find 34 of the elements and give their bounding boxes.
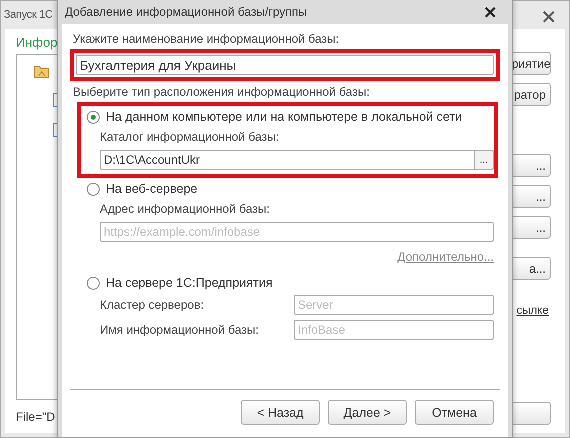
side-button[interactable]: а...	[511, 257, 551, 280]
window-title: Запуск 1С	[4, 9, 53, 21]
option-label[interactable]: На веб-сервере	[106, 182, 198, 196]
section-label: Выберите тип расположения информационной базы:	[73, 85, 371, 99]
dialog-button[interactable]: Отмена	[415, 400, 494, 425]
close-icon[interactable]	[543, 11, 555, 23]
input-field[interactable]: D:\1C\AccountUkr ...	[100, 150, 494, 170]
close-icon[interactable]	[485, 6, 496, 18]
option-label[interactable]: На данном компьютере или на компьютере в локальной сети	[106, 110, 462, 124]
field-label: Адрес информационной базы:	[100, 202, 271, 216]
link[interactable]: сылке	[516, 305, 549, 317]
radio-button[interactable]	[87, 182, 100, 196]
field-label: Имя информационной базы:	[100, 323, 259, 337]
folder-icon	[34, 65, 50, 79]
field-label: Укажите наименование информационной базы:	[73, 32, 340, 46]
browse-button[interactable]: ...	[474, 150, 494, 170]
dialog-title: Добавление информационной базы/группы	[65, 5, 308, 19]
dialog-button[interactable]: Далее >	[328, 400, 407, 425]
name-field[interactable]: Бухгалтерия для Украины	[76, 55, 494, 75]
field-label: Каталог информационной базы:	[100, 130, 280, 144]
side-button[interactable]: риятие	[511, 52, 551, 75]
connection-string: File="D	[16, 410, 56, 424]
more-link[interactable]: Дополнительно...	[398, 250, 494, 264]
radio-button[interactable]	[87, 110, 100, 124]
side-button[interactable]: ...	[511, 154, 551, 177]
radio-button[interactable]	[87, 276, 100, 290]
dialog-button[interactable]: < Назад	[241, 400, 320, 425]
section-heading: Инфор	[16, 35, 59, 50]
option-label[interactable]: На сервере 1С:Предприятия	[106, 276, 273, 290]
field-label: Кластер серверов:	[100, 298, 204, 312]
side-button[interactable]: ...	[511, 185, 551, 208]
side-button[interactable]: ...	[511, 216, 551, 239]
side-button[interactable]	[511, 402, 551, 425]
side-button[interactable]: ратор	[511, 83, 551, 106]
